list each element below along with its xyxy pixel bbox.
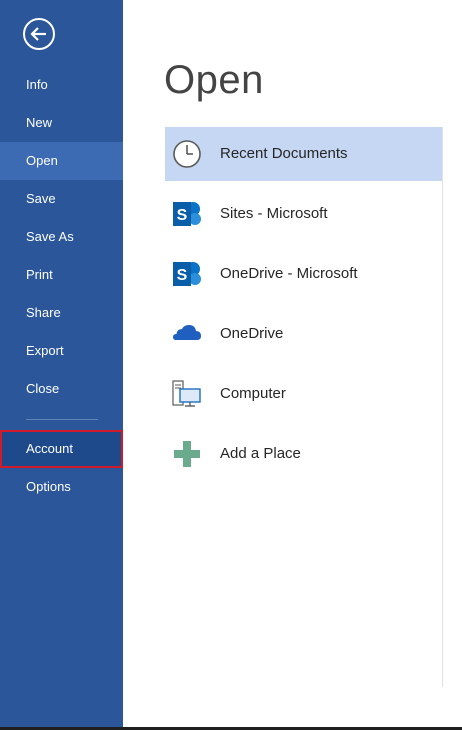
svg-text:S: S [177,267,188,284]
place-label: Computer [220,385,286,402]
place-label: Recent Documents [220,145,348,162]
nav-label: New [26,115,53,130]
sidebar-divider [26,419,98,420]
computer-icon [172,380,201,407]
place-onedrive-microsoft[interactable]: S OneDrive - Microsoft [165,247,442,301]
nav-open[interactable]: Open [0,142,123,180]
nav-export[interactable]: Export [0,332,123,370]
sharepoint-icon: S [173,262,201,286]
plus-icon [174,441,200,467]
place-sites-microsoft[interactable]: S Sites - Microsoft [165,187,442,241]
clock-icon [173,140,201,168]
backstage-sidebar: Info New Open Save Save As Print Share E… [0,0,123,730]
place-add-a-place[interactable]: Add a Place [165,427,442,481]
svg-text:S: S [177,207,188,224]
sharepoint-icon: S [173,202,201,226]
nav-label: Print [26,267,53,282]
nav-info[interactable]: Info [0,66,123,104]
nav-new[interactable]: New [0,104,123,142]
place-computer[interactable]: Computer [165,367,442,421]
cloud-icon [173,325,201,340]
place-label: OneDrive [220,325,284,342]
nav-label: Save [26,191,56,206]
nav-print[interactable]: Print [0,256,123,294]
nav-label: Save As [26,229,74,244]
place-label: Sites - Microsoft [220,205,328,222]
place-label: OneDrive - Microsoft [220,265,358,282]
nav-account[interactable]: Account [0,430,123,468]
place-recent-documents[interactable]: Recent Documents [165,127,442,181]
main-panel: Open Recent Documents S Sites - Microsof… [123,0,462,730]
back-arrow-icon [23,18,55,50]
nav-share[interactable]: Share [0,294,123,332]
nav-label: Account [26,441,73,456]
nav-save[interactable]: Save [0,180,123,218]
places-divider [442,127,443,687]
nav-save-as[interactable]: Save As [0,218,123,256]
nav-label: Export [26,343,64,358]
nav-close[interactable]: Close [0,370,123,408]
place-label: Add a Place [220,445,301,462]
nav-options[interactable]: Options [0,468,123,506]
page-title: Open [164,58,264,102]
nav-label: Options [26,479,71,494]
place-onedrive[interactable]: OneDrive [165,307,442,361]
nav-label: Close [26,381,60,396]
nav-label: Open [26,153,58,168]
nav-label: Info [26,77,48,92]
back-button[interactable] [22,17,56,51]
nav-label: Share [26,305,61,320]
